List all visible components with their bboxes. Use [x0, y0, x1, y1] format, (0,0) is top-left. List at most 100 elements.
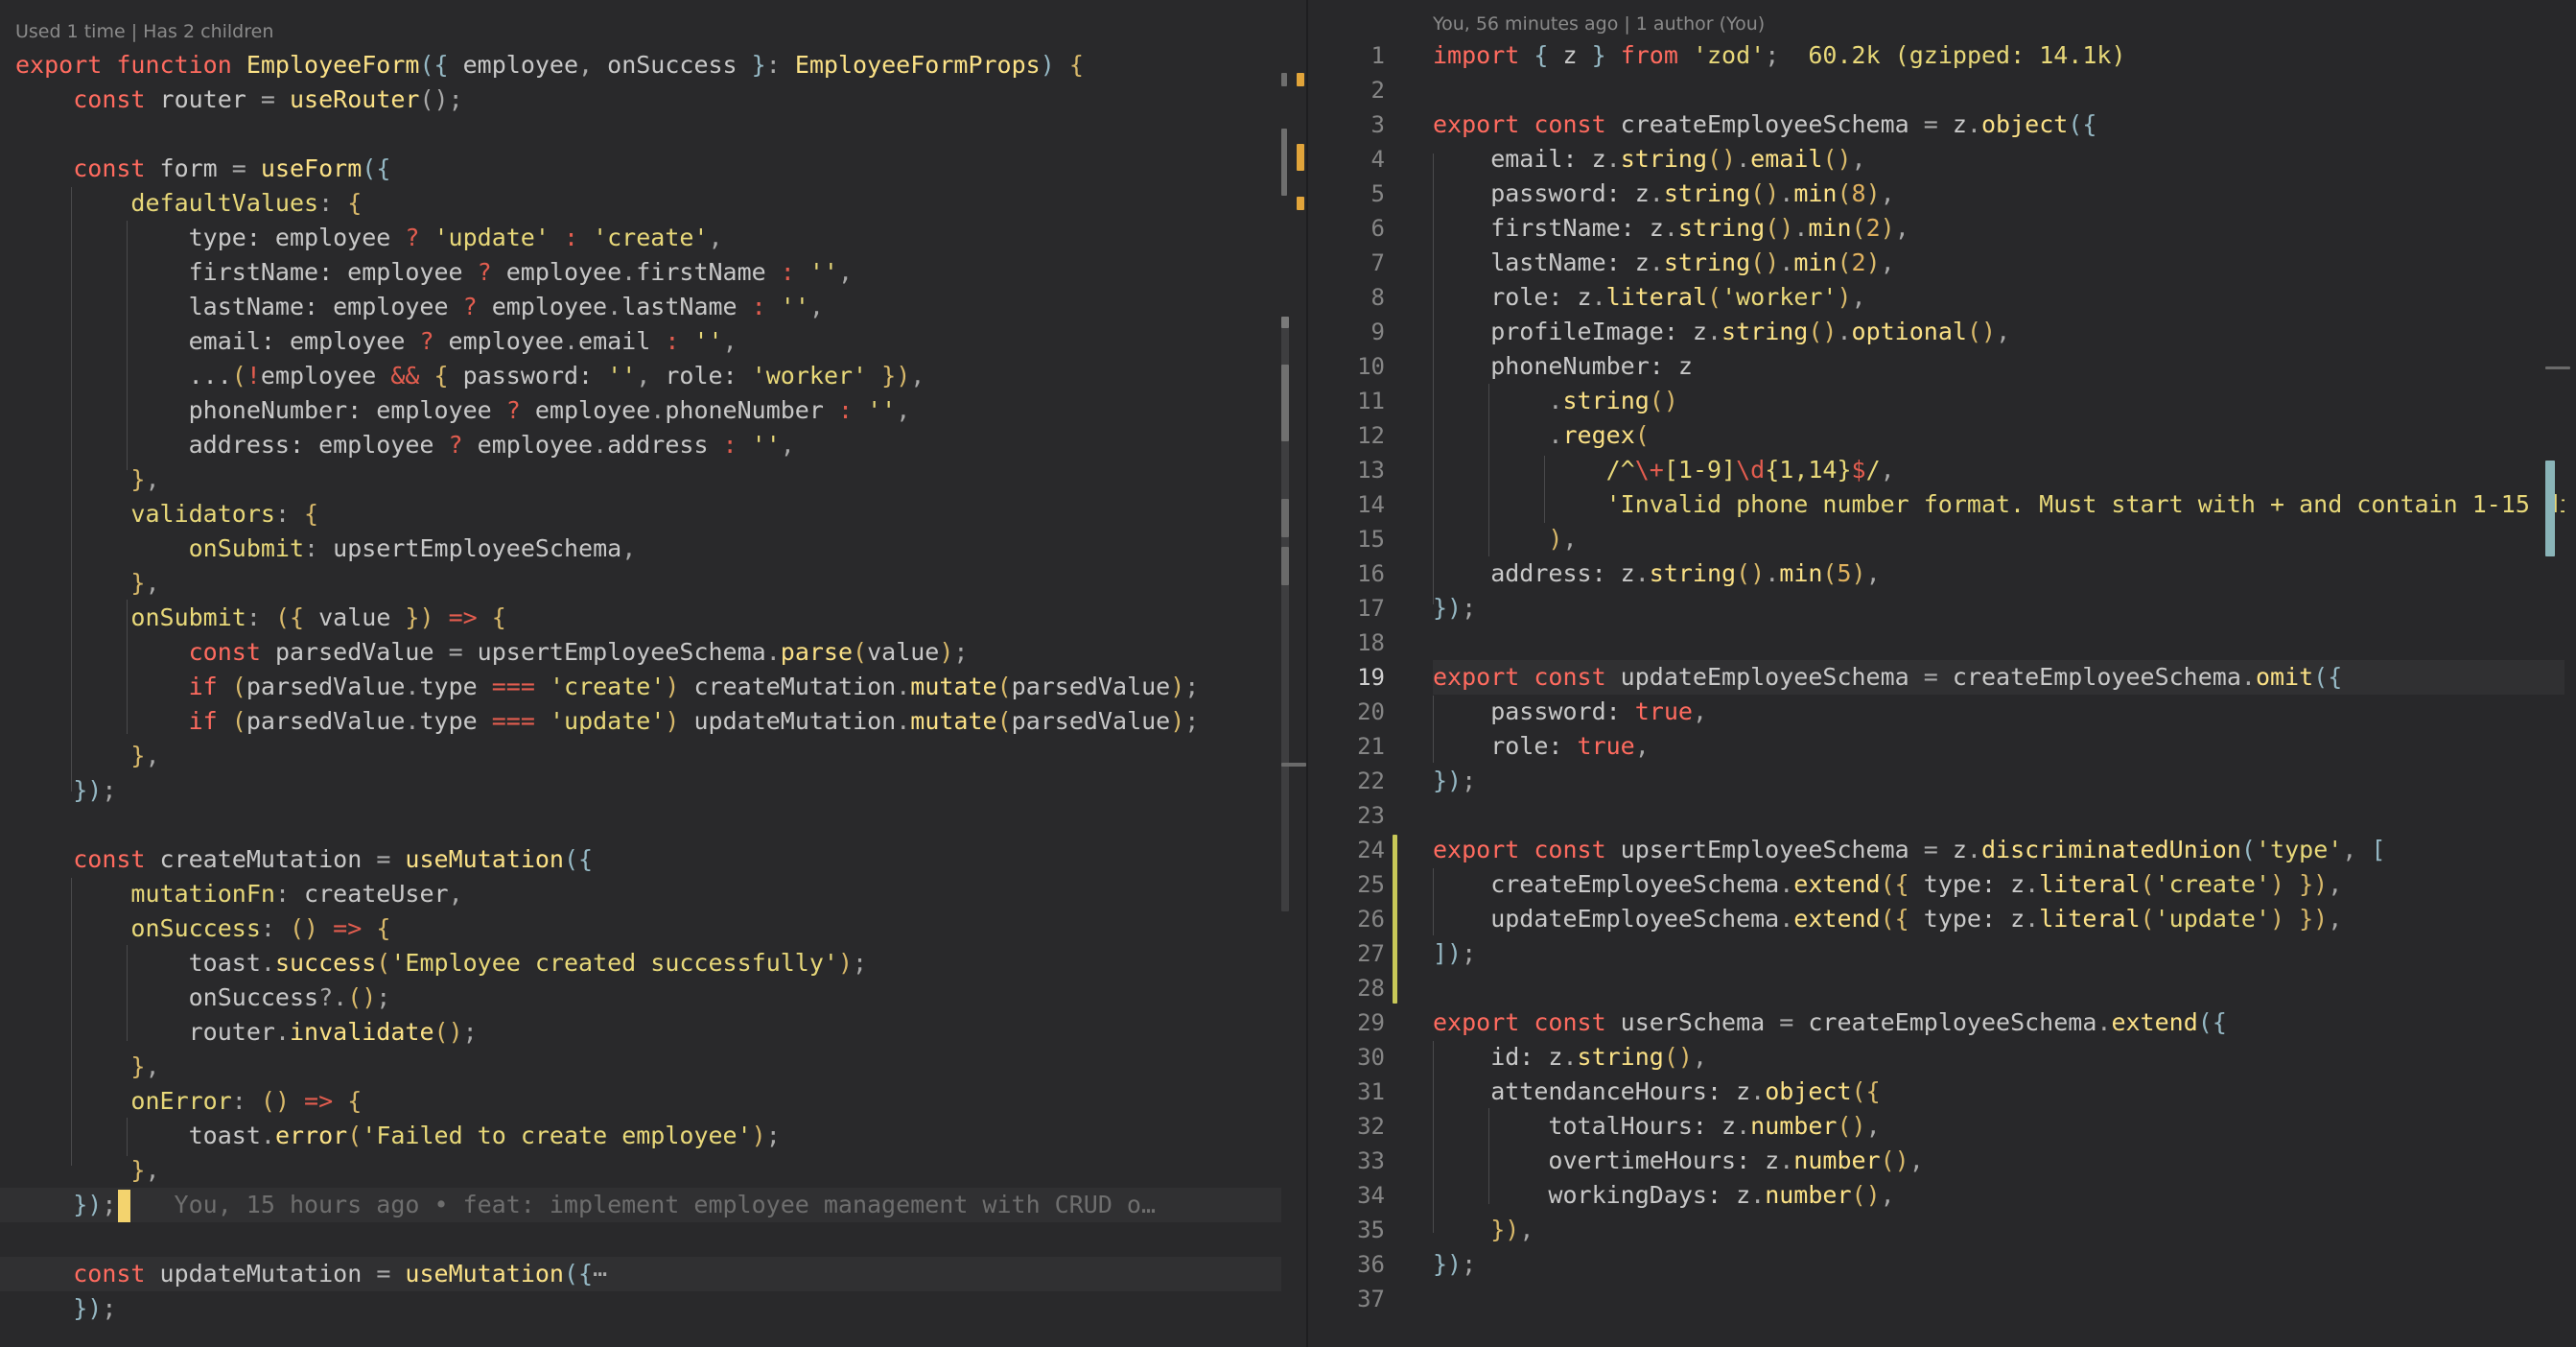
code-line[interactable]: }, — [15, 1153, 1281, 1188]
line-number[interactable]: 2 — [1308, 73, 1385, 107]
code-line[interactable]: router.invalidate(); — [15, 1015, 1281, 1050]
line-number[interactable]: 16 — [1308, 556, 1385, 591]
line-number[interactable]: 28 — [1308, 971, 1385, 1005]
code-line[interactable] — [15, 808, 1281, 842]
line-number[interactable]: 30 — [1308, 1040, 1385, 1075]
line-number[interactable]: 8 — [1308, 280, 1385, 315]
line-number[interactable]: 35 — [1308, 1213, 1385, 1247]
code-line[interactable]: password: true, — [1433, 695, 2564, 729]
code-line[interactable]: password: z.string().min(8), — [1433, 177, 2564, 211]
line-number[interactable]: 10 — [1308, 349, 1385, 384]
line-number[interactable]: 17 — [1308, 591, 1385, 626]
code-line[interactable]: phoneNumber: z — [1433, 349, 2564, 384]
code-line[interactable]: onSuccess?.(); — [15, 981, 1281, 1015]
code-line[interactable]: onSuccess: () => { — [15, 911, 1281, 946]
line-number[interactable]: 33 — [1308, 1144, 1385, 1178]
line-number[interactable]: 15 — [1308, 522, 1385, 556]
code-line[interactable]: export const upsertEmployeeSchema = z.di… — [1433, 833, 2564, 867]
line-number[interactable]: 37 — [1308, 1282, 1385, 1316]
code-line[interactable]: .string() — [1433, 384, 2564, 418]
line-number[interactable]: 14 — [1308, 487, 1385, 522]
code-line[interactable]: firstName: z.string().min(2), — [1433, 211, 2564, 246]
code-line[interactable]: overtimeHours: z.number(), — [1433, 1144, 2564, 1178]
code-line[interactable] — [1433, 1282, 2564, 1316]
code-line[interactable]: }); You, 15 hours ago • feat: implement … — [0, 1188, 1281, 1222]
line-number[interactable]: 20 — [1308, 695, 1385, 729]
code-line[interactable]: validators: { — [15, 497, 1281, 532]
line-number[interactable]: 34 — [1308, 1178, 1385, 1213]
code-line[interactable]: defaultValues: { — [15, 186, 1281, 221]
code-line[interactable]: totalHours: z.number(), — [1433, 1109, 2564, 1144]
code-line[interactable]: }); — [1433, 591, 2564, 626]
code-line[interactable]: type: employee ? 'update' : 'create', — [15, 221, 1281, 255]
code-line[interactable]: const parsedValue = upsertEmployeeSchema… — [15, 635, 1281, 670]
code-line[interactable]: email: employee ? employee.email : '', — [15, 324, 1281, 359]
code-line[interactable]: createEmployeeSchema.extend({ type: z.li… — [1433, 867, 2564, 902]
line-number[interactable]: 13 — [1308, 453, 1385, 487]
code-line[interactable] — [1433, 798, 2564, 833]
code-line[interactable]: attendanceHours: z.object({ — [1433, 1075, 2564, 1109]
line-number[interactable]: 29 — [1308, 1005, 1385, 1040]
line-number[interactable]: 36 — [1308, 1247, 1385, 1282]
code-line[interactable]: }); — [15, 1291, 1281, 1326]
code-line[interactable]: }, — [15, 462, 1281, 497]
codelens-blame[interactable]: You, 56 minutes ago | 1 author (You) — [1433, 10, 1765, 38]
code-line[interactable]: if (parsedValue.type === 'create') creat… — [15, 670, 1281, 704]
code-line[interactable]: firstName: employee ? employee.firstName… — [15, 255, 1281, 290]
code-line[interactable]: import { z } from 'zod'; 60.2k (gzipped:… — [1433, 38, 2564, 73]
code-line[interactable]: phoneNumber: employee ? employee.phoneNu… — [15, 393, 1281, 428]
line-number[interactable]: 9 — [1308, 315, 1385, 349]
code-line[interactable] — [1433, 626, 2564, 660]
code-line[interactable] — [1433, 73, 2564, 107]
code-line[interactable]: id: z.string(), — [1433, 1040, 2564, 1075]
line-number[interactable]: 18 — [1308, 626, 1385, 660]
code-line[interactable]: ...(!employee && { password: '', role: '… — [15, 359, 1281, 393]
line-number[interactable]: 25 — [1308, 867, 1385, 902]
code-line[interactable] — [1433, 971, 2564, 1005]
line-number[interactable]: 6 — [1308, 211, 1385, 246]
line-number[interactable]: 19 — [1308, 660, 1385, 695]
code-line[interactable]: address: employee ? employee.address : '… — [15, 428, 1281, 462]
code-line[interactable]: }); — [1433, 1247, 2564, 1282]
line-number[interactable]: 24 — [1308, 833, 1385, 867]
code-line[interactable]: email: z.string().email(), — [1433, 142, 2564, 177]
line-number[interactable]: 12 — [1308, 418, 1385, 453]
code-line[interactable]: toast.success('Employee created successf… — [15, 946, 1281, 981]
code-line[interactable]: /^\+[1-9]\d{1,14}$/, — [1433, 453, 2564, 487]
codelens-usage[interactable]: Used 1 time | Has 2 children — [15, 17, 273, 46]
line-number[interactable]: 4 — [1308, 142, 1385, 177]
code-line[interactable]: ]); — [1433, 936, 2564, 971]
code-line[interactable]: updateEmployeeSchema.extend({ type: z.li… — [1433, 902, 2564, 936]
code-line[interactable]: role: z.literal('worker'), — [1433, 280, 2564, 315]
code-line[interactable]: ), — [1433, 522, 2564, 556]
code-line[interactable]: const updateMutation = useMutation({⋯ — [0, 1257, 1281, 1291]
code-line[interactable]: lastName: z.string().min(2), — [1433, 246, 2564, 280]
code-line[interactable]: onSubmit: ({ value }) => { — [15, 601, 1281, 635]
code-line[interactable]: }); — [1433, 764, 2564, 798]
left-editor-pane[interactable]: Used 1 time | Has 2 children export func… — [0, 0, 1306, 1347]
code-line[interactable]: const form = useForm({ — [15, 152, 1281, 186]
code-line[interactable]: }), — [1433, 1213, 2564, 1247]
line-number[interactable]: 26 — [1308, 902, 1385, 936]
code-line[interactable]: onError: () => { — [15, 1084, 1281, 1119]
code-line[interactable]: export const userSchema = createEmployee… — [1433, 1005, 2564, 1040]
code-line[interactable]: }, — [15, 566, 1281, 601]
line-number[interactable]: 1 — [1308, 38, 1385, 73]
code-line[interactable]: if (parsedValue.type === 'update') updat… — [15, 704, 1281, 739]
code-line[interactable]: lastName: employee ? employee.lastName :… — [15, 290, 1281, 324]
code-line[interactable]: }); — [15, 773, 1281, 808]
right-editor-pane[interactable]: You, 56 minutes ago | 1 author (You) 1 im… — [1308, 0, 2576, 1347]
code-line[interactable]: const createMutation = useMutation({ — [15, 842, 1281, 877]
line-number[interactable]: 32 — [1308, 1109, 1385, 1144]
code-line[interactable] — [15, 1222, 1281, 1257]
line-number[interactable]: 11 — [1308, 384, 1385, 418]
code-line[interactable]: onSubmit: upsertEmployeeSchema, — [15, 532, 1281, 566]
code-line[interactable]: profileImage: z.string().optional(), — [1433, 315, 2564, 349]
line-number[interactable]: 5 — [1308, 177, 1385, 211]
code-line[interactable]: }, — [15, 739, 1281, 773]
code-line[interactable]: export function EmployeeForm({ employee,… — [15, 48, 1281, 83]
line-number[interactable]: 3 — [1308, 107, 1385, 142]
code-line[interactable]: address: z.string().min(5), — [1433, 556, 2564, 591]
code-line[interactable]: const router = useRouter(); — [15, 83, 1281, 117]
code-line[interactable]: .regex( — [1433, 418, 2564, 453]
